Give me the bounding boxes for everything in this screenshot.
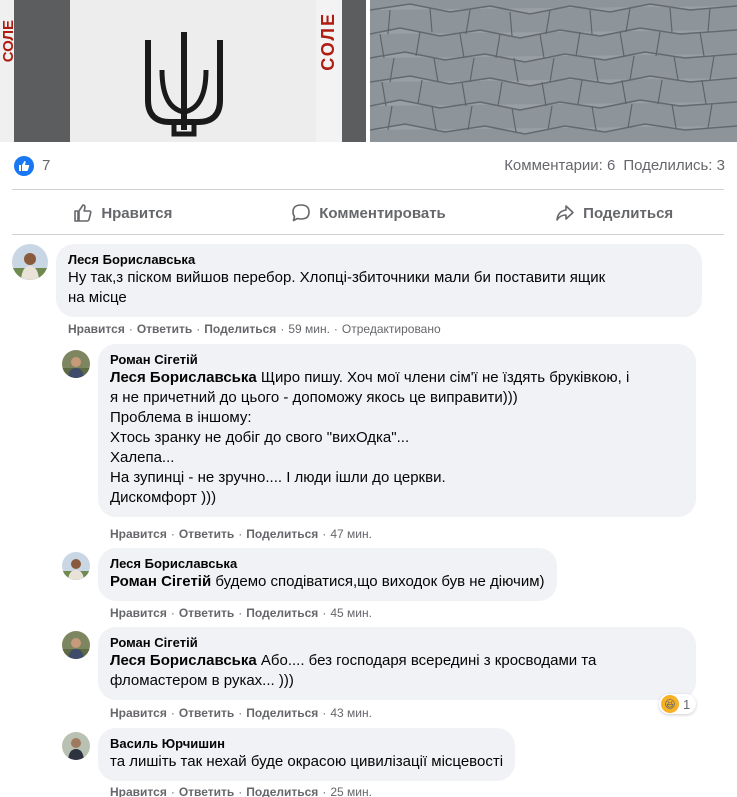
comment-bubble: Леся Бориславська Роман Сігетій будемо с… bbox=[98, 548, 557, 601]
trident-icon bbox=[145, 32, 223, 137]
comment-reply-link[interactable]: Ответить bbox=[179, 606, 234, 620]
comment-text-line: Халепа... bbox=[110, 449, 175, 466]
comment-bubble: Леся Бориславська Ну так,з піском вийшов… bbox=[56, 244, 702, 317]
reply: Леся Бориславська Роман Сігетій будемо с… bbox=[62, 548, 557, 601]
right-sign-text: СОЛЕ bbox=[318, 12, 338, 71]
comment-bubble: Василь Юрчишин та лишіть так нехай буде … bbox=[98, 728, 516, 781]
thumbs-up-outline-icon bbox=[74, 204, 92, 222]
divider bbox=[12, 234, 724, 235]
comment-author[interactable]: Леся Бориславська bbox=[110, 556, 545, 572]
comment-time[interactable]: 47 мин. bbox=[330, 527, 372, 541]
comment-text-line: Дискомфорт ))) bbox=[110, 489, 217, 506]
mention-link[interactable]: Леся Бориславська bbox=[110, 652, 257, 669]
post-action-bar: Нравится Комментировать Поделиться bbox=[0, 195, 737, 231]
speech-bubble-icon bbox=[292, 204, 311, 222]
comment-reaction[interactable]: 😆 1 bbox=[659, 694, 697, 714]
mention-link[interactable]: Леся Бориславська bbox=[110, 369, 257, 386]
mention-link[interactable]: Роман Сігетій bbox=[110, 573, 211, 590]
comment-button[interactable]: Комментировать bbox=[246, 195, 492, 231]
comment-bubble: Роман Сігетій Леся Бориславська Або.... … bbox=[98, 627, 696, 700]
like-count[interactable]: 7 bbox=[42, 157, 50, 174]
comment-text-line: Хтось зранку не добіг до свого "вихОдка"… bbox=[110, 429, 410, 446]
comment-time[interactable]: 25 мин. bbox=[330, 785, 372, 797]
reply: Роман Сігетій Леся Бориславська Щиро пиш… bbox=[62, 344, 696, 517]
shares-count-link[interactable]: Поделились: 3 bbox=[623, 157, 725, 174]
cobblestone-texture bbox=[370, 0, 737, 142]
comment-time[interactable]: 43 мин. bbox=[330, 706, 372, 720]
comment-share-link[interactable]: Поделиться bbox=[204, 322, 276, 336]
comment-author[interactable]: Василь Юрчишин bbox=[110, 736, 503, 752]
comment: Леся Бориславська Ну так,з піском вийшов… bbox=[12, 244, 702, 317]
comments-count-link[interactable]: Комментарии: 6 bbox=[504, 157, 615, 174]
comment-reply-link[interactable]: Ответить bbox=[179, 706, 234, 720]
comment-bubble: Роман Сігетій Леся Бориславська Щиро пиш… bbox=[98, 344, 696, 517]
comment-reply-link[interactable]: Ответить bbox=[137, 322, 192, 336]
comment-text-line: Проблема в іншому: bbox=[110, 409, 252, 426]
comment-like-link[interactable]: Нравится bbox=[110, 606, 167, 620]
comment-author[interactable]: Роман Сігетій bbox=[110, 352, 684, 368]
comment-like-link[interactable]: Нравится bbox=[110, 706, 167, 720]
avatar[interactable] bbox=[12, 244, 48, 280]
post-stats: 7 Комментарии: 6 Поделились: 3 bbox=[0, 150, 737, 180]
reaction-count: 1 bbox=[683, 696, 691, 712]
comment-time[interactable]: 59 мин. bbox=[288, 322, 330, 336]
comment-text-line: та лишіть так нехай буде окрасою цивиліз… bbox=[110, 753, 504, 770]
haha-emoji-icon: 😆 bbox=[661, 695, 679, 713]
avatar[interactable] bbox=[62, 631, 90, 659]
comment-share-link[interactable]: Поделиться bbox=[246, 606, 318, 620]
comment-share-link[interactable]: Поделиться bbox=[246, 785, 318, 797]
thumbs-up-icon[interactable] bbox=[14, 156, 34, 176]
share-arrow-icon bbox=[556, 205, 574, 221]
comment-author[interactable]: Роман Сігетій bbox=[110, 635, 684, 651]
like-button-label: Нравится bbox=[101, 204, 173, 222]
photo-trident-wall[interactable]: СОЛЕ СОЛЕ bbox=[0, 0, 366, 142]
comment-time[interactable]: 45 мин. bbox=[330, 606, 372, 620]
comment-meta: Нравится · Ответить · Поделиться · 45 мин. bbox=[110, 606, 372, 620]
photo-cobblestone[interactable] bbox=[370, 0, 737, 142]
comment-share-link[interactable]: Поделиться bbox=[246, 527, 318, 541]
avatar[interactable] bbox=[62, 552, 90, 580]
avatar[interactable] bbox=[62, 350, 90, 378]
comment-text: Щиро пишу. Хоч мої члени сім'ї не їздять… bbox=[260, 369, 630, 386]
comment-text-line: Ну так,з піском вийшов перебор. Хлопці-з… bbox=[68, 269, 606, 286]
share-button-label: Поделиться bbox=[583, 204, 674, 222]
comment-author[interactable]: Леся Бориславська bbox=[68, 252, 690, 268]
comment-reply-link[interactable]: Ответить bbox=[179, 527, 234, 541]
avatar[interactable] bbox=[62, 732, 90, 760]
comment-share-link[interactable]: Поделиться bbox=[246, 706, 318, 720]
like-button[interactable]: Нравится bbox=[0, 195, 246, 231]
comment-reply-link[interactable]: Ответить bbox=[179, 785, 234, 797]
reply: Роман Сігетій Леся Бориславська Або.... … bbox=[62, 627, 696, 700]
comment-like-link[interactable]: Нравится bbox=[110, 785, 167, 797]
comment-text: Або.... без господаря всередині з кросво… bbox=[260, 652, 597, 669]
reply: Василь Юрчишин та лишіть так нехай буде … bbox=[62, 728, 516, 781]
comment-like-link[interactable]: Нравится bbox=[110, 527, 167, 541]
share-button[interactable]: Поделиться bbox=[491, 195, 737, 231]
comment-meta: Нравится · Ответить · Поделиться · 43 мин. bbox=[110, 706, 372, 720]
left-sign-text: СОЛЕ bbox=[0, 20, 17, 63]
comment-text-line: на місце bbox=[68, 289, 127, 306]
comment-text-line: фломастером в руках... ))) bbox=[110, 672, 294, 689]
post-photos: СОЛЕ СОЛЕ bbox=[0, 0, 737, 142]
comment-text: будемо сподіватися,що виходок був не дію… bbox=[215, 573, 545, 590]
comment-meta: Нравится · Ответить · Поделиться · 25 мин. bbox=[110, 785, 372, 797]
comment-like-link[interactable]: Нравится bbox=[68, 322, 125, 336]
comment-meta: Нравится · Ответить · Поделиться · 59 мин. ·… bbox=[68, 322, 441, 336]
comment-button-label: Комментировать bbox=[319, 204, 446, 222]
comment-meta: Нравится · Ответить · Поделиться · 47 мин. bbox=[110, 527, 372, 541]
comment-text-line: я не причетний до цього - допоможу якось… bbox=[110, 389, 518, 406]
comment-text-line: На зупинці - не зручно.... І люди ішли д… bbox=[110, 469, 446, 486]
divider bbox=[12, 189, 724, 190]
comment-edited: Отредактировано bbox=[341, 322, 441, 336]
